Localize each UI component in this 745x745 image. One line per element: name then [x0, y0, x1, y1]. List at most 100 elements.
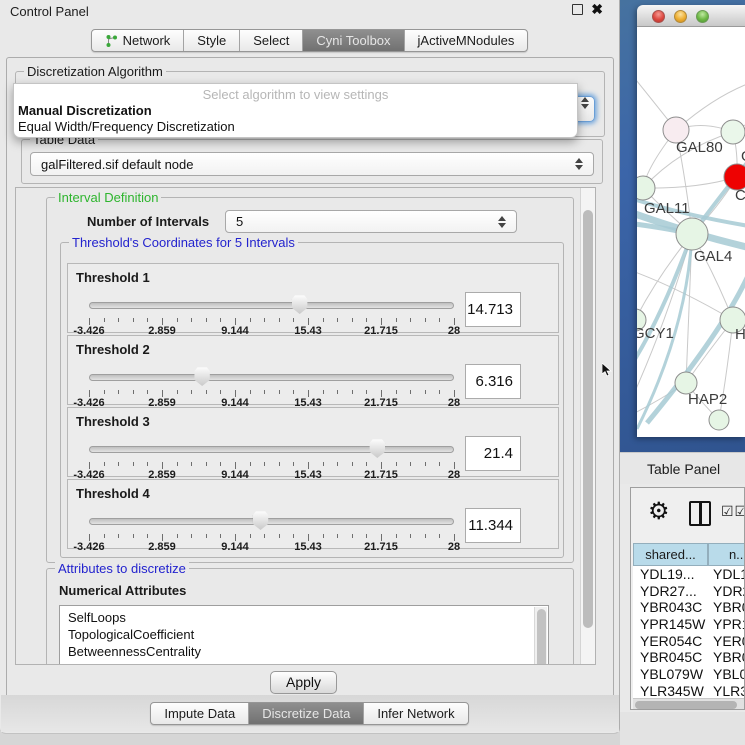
slider-tick-label: -3.426 — [73, 541, 104, 553]
network-node-gal11[interactable] — [637, 176, 655, 200]
vertical-scrollbar[interactable] — [580, 188, 595, 664]
slider-tick — [191, 318, 192, 322]
slider-tick — [323, 318, 324, 322]
slider-handle[interactable] — [253, 511, 269, 530]
tab-jactivemnodules[interactable]: jActiveMNodules — [405, 30, 528, 51]
slider-tick — [425, 462, 426, 466]
table-row[interactable]: YBR043CYBR0 — [633, 599, 745, 616]
algorithm-option-equal-width-frequency-discretization[interactable]: Equal Width/Frequency Discretization — [14, 118, 577, 134]
bottom-tab-impute-data[interactable]: Impute Data — [151, 703, 249, 724]
top-tabbar: NetworkStyleSelectCyni Toolbox jActiveMNo… — [0, 29, 619, 52]
bottom-tab-label: Impute Data — [164, 706, 235, 721]
discretization-algorithm-group-title: Discretization Algorithm — [24, 64, 166, 79]
slider-tick — [133, 390, 134, 394]
threshold-value-field[interactable]: 11.344 — [465, 508, 521, 543]
network-node-label: HAP2 — [688, 391, 727, 408]
slider-handle[interactable] — [369, 439, 385, 458]
thresholds-group-title: Threshold's Coordinates for 5 Intervals — [69, 235, 298, 250]
column-header-name[interactable]: n... — [708, 543, 745, 566]
attribute-item-betweennesscentrality[interactable]: BetweennessCentrality — [68, 643, 548, 660]
slider-tick — [381, 390, 382, 397]
table-row[interactable]: YBL079WYBL0 — [633, 666, 745, 683]
table-row[interactable]: YDR27...YDR2 — [633, 583, 745, 600]
attribute-item-selfloops[interactable]: SelfLoops — [68, 609, 548, 626]
table-data-combobox[interactable]: galFiltered.sif default node — [30, 152, 594, 176]
threshold-slider[interactable]: -3.4262.8599.14415.4321.71528 — [89, 296, 454, 334]
bottom-tab-discretize-data[interactable]: Discretize Data — [249, 703, 364, 724]
bottom-tab-group: Impute Data Discretize Data Infer Network — [150, 702, 468, 725]
threshold-value-field[interactable]: 6.316 — [465, 364, 521, 399]
table-row[interactable]: YDL19...YDL1 — [633, 566, 745, 583]
table-cell-shared-name: YER054C — [633, 633, 708, 650]
slider-track[interactable] — [89, 302, 454, 309]
bottom-tab-label: Infer Network — [377, 706, 454, 721]
slider-tick — [410, 534, 411, 538]
slider-tick — [147, 534, 148, 538]
column-header-shared-name[interactable]: shared... — [633, 543, 708, 566]
slider-tick — [118, 534, 119, 538]
network-node-gal4[interactable] — [676, 218, 708, 250]
slider-tick — [177, 534, 178, 538]
slider-tick — [410, 318, 411, 322]
slider-tick — [366, 462, 367, 466]
attribute-item-topologicalcoefficient[interactable]: TopologicalCoefficient — [68, 626, 548, 643]
network-canvas[interactable]: GAL80GACGAL11GAL4GCY1HHAP2 — [637, 27, 745, 437]
network-node[interactable] — [709, 410, 729, 430]
minimize-traffic-light-icon[interactable] — [674, 10, 687, 23]
network-node-ga[interactable] — [721, 120, 745, 144]
table-panel-title: Table Panel — [647, 461, 720, 477]
table-row[interactable]: YBR045CYBR0 — [633, 649, 745, 666]
tab-network[interactable]: Network — [92, 30, 185, 51]
gear-icon[interactable]: ⚙ — [648, 497, 670, 526]
threshold-panel: Threshold 3-3.4262.8599.14415.4321.71528… — [67, 407, 559, 477]
slider-track[interactable] — [89, 446, 454, 453]
slider-tick — [293, 534, 294, 538]
tab-cyni-toolbox[interactable]: Cyni Toolbox — [303, 30, 404, 51]
algorithm-option-manual-discretization[interactable]: Manual Discretization — [14, 102, 577, 118]
tab-select[interactable]: Select — [240, 30, 303, 51]
tab-label: jActiveMNodules — [418, 33, 515, 48]
select-columns-icon[interactable]: ☑☑ — [721, 503, 745, 520]
table-row[interactable]: YPR145WYPR1 — [633, 616, 745, 633]
algorithm-placeholder: Select algorithm to view settings — [14, 84, 577, 102]
table-row[interactable]: YER054CYER0 — [633, 633, 745, 650]
attributes-list-scrollbar[interactable] — [534, 607, 547, 665]
apply-button[interactable]: Apply — [270, 671, 337, 694]
combo-arrows-icon — [575, 158, 583, 170]
tab-style[interactable]: Style — [184, 30, 240, 51]
table-horizontal-scrollbar[interactable] — [633, 698, 745, 710]
threshold-slider[interactable]: -3.4262.8599.14415.4321.71528 — [89, 440, 454, 478]
slider-handle[interactable] — [194, 367, 210, 386]
table-row[interactable]: YLR345WYLR3 — [633, 683, 745, 698]
zoom-traffic-light-icon[interactable] — [696, 10, 709, 23]
slider-tick — [337, 534, 338, 538]
split-columns-icon[interactable] — [689, 501, 711, 526]
close-icon[interactable]: ✖ — [591, 4, 603, 15]
float-window-icon[interactable] — [572, 4, 583, 15]
threshold-label: Threshold 4 — [76, 486, 150, 501]
bottom-right-background — [620, 712, 745, 745]
slider-tick — [147, 390, 148, 394]
attributes-group: Attributes to discretize Numerical Attri… — [46, 568, 574, 665]
close-traffic-light-icon[interactable] — [652, 10, 665, 23]
bottom-tab-infer-network[interactable]: Infer Network — [364, 703, 467, 724]
slider-tick — [454, 462, 455, 469]
slider-tick — [454, 318, 455, 325]
number-of-intervals-combobox[interactable]: 5 — [225, 210, 517, 233]
slider-tick-label: 2.859 — [148, 541, 176, 553]
slider-tick — [308, 462, 309, 469]
slider-handle[interactable] — [292, 295, 308, 314]
threshold-slider[interactable]: -3.4262.8599.14415.4321.71528 — [89, 512, 454, 550]
top-tab-group: NetworkStyleSelectCyni Toolbox jActiveMNo… — [91, 29, 529, 52]
slider-tick — [352, 390, 353, 394]
slider-track[interactable] — [89, 374, 454, 381]
slider-tick — [89, 462, 90, 469]
slider-track[interactable] — [89, 518, 454, 525]
threshold-value-field[interactable]: 14.713 — [465, 292, 521, 327]
threshold-value-field[interactable]: 21.4 — [465, 436, 521, 471]
slider-tick — [104, 390, 105, 394]
slider-tick — [293, 462, 294, 466]
threshold-slider[interactable]: -3.4262.8599.14415.4321.71528 — [89, 368, 454, 406]
slider-tick — [337, 462, 338, 466]
slider-tick — [220, 318, 221, 322]
